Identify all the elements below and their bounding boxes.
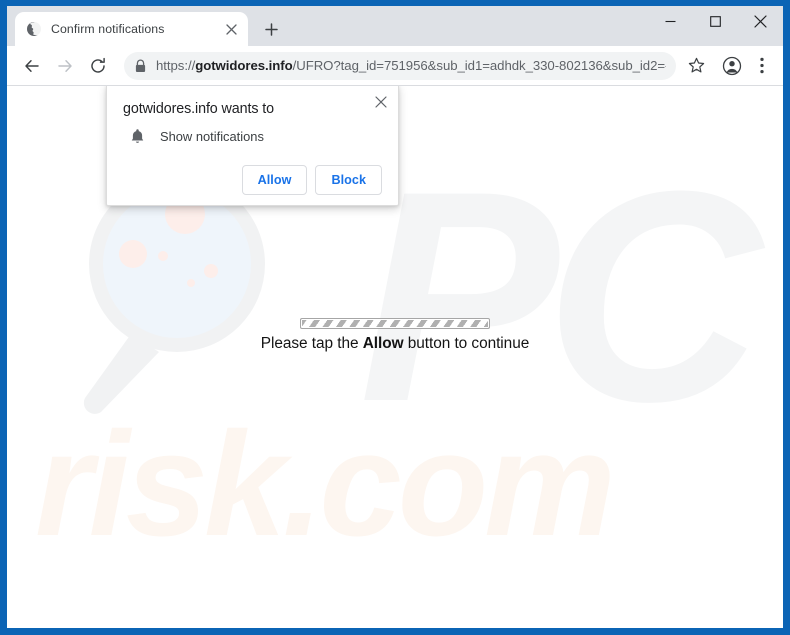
url-path: /UFRO?tag_id=751956&sub_id1=adhdk_330-80…: [292, 58, 666, 73]
globe-icon: [27, 21, 42, 36]
allow-button[interactable]: Allow: [241, 165, 308, 195]
browser-menu-button[interactable]: [749, 51, 775, 81]
padlock-glyph: [135, 59, 145, 72]
notification-permission-dialog: gotwidores.info wants to Show notificati…: [106, 86, 399, 206]
message-prefix: Please tap the: [260, 335, 363, 352]
profile-button[interactable]: [717, 51, 747, 81]
profile-avatar-icon: [722, 56, 742, 75]
browser-window: Confirm notifications https://gotwidores…: [7, 6, 783, 628]
star-icon: [688, 57, 704, 73]
tab-title: Confirm notifications: [51, 22, 165, 36]
block-button[interactable]: Block: [315, 165, 382, 195]
permission-row: Show notifications: [123, 128, 382, 145]
tab-close-icon[interactable]: [222, 20, 240, 38]
reload-button[interactable]: [83, 51, 113, 81]
page-viewport: PC risk.com Please tap the Allow button …: [7, 86, 783, 628]
bookmark-button[interactable]: [682, 52, 710, 80]
watermark-pc-text: PC: [359, 128, 762, 464]
message-suffix: button to continue: [403, 335, 530, 352]
close-icon: [754, 14, 767, 28]
plus-icon: [264, 22, 278, 36]
bell-icon: [131, 129, 144, 143]
forward-button: [50, 51, 80, 81]
window-controls: [648, 6, 783, 46]
watermark-risk-text: risk.com: [35, 402, 616, 567]
maximize-button[interactable]: [693, 6, 738, 36]
lock-icon[interactable]: [128, 54, 152, 78]
dialog-actions: Allow Block: [123, 165, 382, 195]
back-arrow-icon: [25, 59, 39, 72]
page-instruction-text: Please tap the Allow button to continue: [7, 335, 783, 353]
tab-confirm-notifications[interactable]: Confirm notifications: [15, 12, 248, 46]
url-text: https://gotwidores.info/UFRO?tag_id=7519…: [156, 58, 666, 73]
three-dot-menu-icon: [760, 57, 764, 74]
browser-window-frame: Confirm notifications https://gotwidores…: [0, 0, 790, 635]
tab-strip: Confirm notifications: [7, 6, 783, 46]
minimize-button[interactable]: [648, 6, 693, 36]
close-window-button[interactable]: [738, 6, 783, 36]
url-scheme: https://: [156, 58, 196, 73]
permission-label: Show notifications: [160, 129, 264, 144]
forward-arrow-icon: [58, 59, 72, 72]
message-emphasis: Allow: [362, 335, 404, 352]
page-content: Please tap the Allow button to continue: [7, 318, 783, 353]
maximize-icon: [710, 15, 721, 27]
url-host: gotwidores.info: [195, 58, 293, 73]
reload-icon: [91, 57, 105, 73]
minimize-icon: [665, 20, 676, 22]
dialog-close-button[interactable]: [371, 92, 391, 112]
address-bar[interactable]: https://gotwidores.info/UFRO?tag_id=7519…: [124, 51, 676, 80]
close-icon: [375, 96, 387, 108]
browser-toolbar: https://gotwidores.info/UFRO?tag_id=7519…: [7, 46, 783, 86]
close-x-glyph: [225, 23, 237, 35]
dialog-title: gotwidores.info wants to: [123, 101, 274, 117]
loading-progress-bar: [300, 318, 490, 329]
new-tab-button[interactable]: [257, 15, 285, 43]
back-button[interactable]: [17, 51, 47, 81]
